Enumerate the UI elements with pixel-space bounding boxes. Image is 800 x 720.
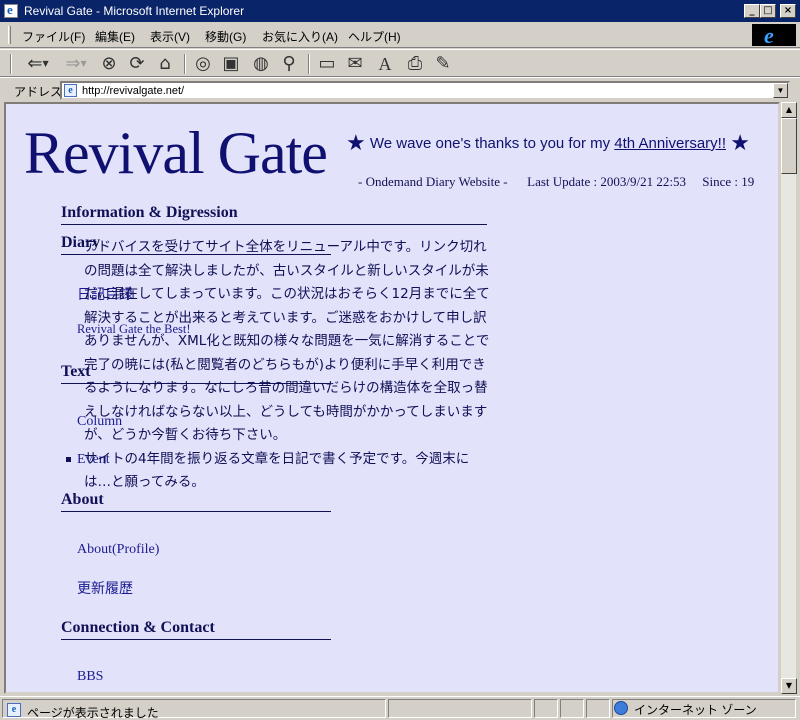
scroll-up-arrow-icon[interactable]: ▲ [781, 102, 797, 118]
channels-icon[interactable]: ⚲ [278, 53, 300, 75]
page-content: Revival Gate ★ We wave one's thanks to y… [6, 104, 778, 692]
forward-icon[interactable]: ⇒▼ [60, 53, 92, 75]
title-bar: Revival Gate - Microsoft Internet Explor… [0, 0, 800, 22]
link-update-history[interactable]: 更新履歴 [77, 578, 133, 598]
refresh-icon[interactable]: ⟳ [126, 53, 148, 75]
minimize-button[interactable]: _ [744, 4, 760, 18]
mail-icon[interactable]: ✉ [344, 53, 366, 75]
scroll-thumb[interactable] [781, 118, 797, 174]
toolbar-separator [184, 54, 186, 74]
back-icon[interactable]: ⇐▼ [22, 53, 54, 75]
menu-favorites[interactable]: お気に入り(A) [262, 28, 338, 45]
home-icon[interactable]: ⌂ [154, 53, 176, 75]
news-list: アドバイスを受けてサイト全体をリニューアル中です。リンク切れの問題は全て解決しま… [66, 236, 494, 495]
address-dropdown-button[interactable]: ▼ [773, 83, 788, 98]
ie-app-icon[interactable] [4, 2, 18, 18]
anniversary-link[interactable]: 4th Anniversary!! [614, 135, 726, 152]
section-connection-heading: Connection & Contact [61, 619, 331, 640]
fullscreen-icon[interactable]: ▭ [316, 53, 338, 75]
maximize-button[interactable]: □ [760, 4, 776, 18]
page-icon: e [64, 84, 77, 97]
last-update: Last Update : 2003/9/21 22:53 [527, 174, 686, 189]
standard-toolbar: ⇐▼ ⇒▼ ⊗ ⟳ ⌂ ◎ ▣ ◍ ⚲ ▭ ✉ A ⎙ ✎ [0, 49, 800, 77]
ie-throbber-logo: e [752, 23, 796, 48]
address-bar: アドレス e http://revivalgate.net/ ▼ [0, 77, 800, 101]
status-pane [560, 699, 584, 718]
menu-grip[interactable] [8, 26, 11, 44]
page-viewport[interactable]: Revival Gate ★ We wave one's thanks to y… [4, 102, 780, 694]
bullet-icon [66, 456, 71, 462]
status-main-pane: e ページが表示されました [2, 699, 386, 720]
section-info-heading: Information & Digression [61, 204, 487, 225]
menu-bar: ファイル(F) 編集(E) 表示(V) 移動(G) お気に入り(A) ヘルプ(H… [0, 22, 800, 48]
address-url[interactable]: http://revivalgate.net/ [82, 85, 184, 97]
toolbar-grip[interactable] [10, 54, 12, 74]
page-done-icon: e [7, 703, 21, 717]
status-pane [388, 699, 532, 718]
window-title: Revival Gate - Microsoft Internet Explor… [24, 4, 245, 18]
font-icon[interactable]: A [374, 53, 396, 75]
close-button[interactable]: × [780, 4, 796, 18]
status-text: ページが表示されました [27, 706, 159, 720]
site-subline: - Ondemand Diary Website - Last Update :… [358, 174, 754, 190]
address-input[interactable]: e http://revivalgate.net/ ▼ [60, 81, 790, 100]
news-text: サイトの4年間を振り返る文章を日記で書く予定です。今週末には…と願ってみる。 [84, 450, 470, 491]
status-pane [586, 699, 610, 718]
toolbar-separator [308, 54, 310, 74]
menu-view[interactable]: 表示(V) [150, 28, 190, 45]
vertical-scrollbar[interactable]: ▲ ▼ [780, 102, 797, 694]
news-item: サイトの4年間を振り返る文章を日記で書く予定です。今週末には…と願ってみる。 [66, 448, 494, 495]
scroll-down-arrow-icon[interactable]: ▼ [781, 678, 797, 694]
menu-help[interactable]: ヘルプ(H) [348, 28, 401, 45]
address-label: アドレス [14, 85, 63, 99]
stop-icon[interactable]: ⊗ [98, 53, 120, 75]
search-icon[interactable]: ◎ [192, 53, 214, 75]
site-title: Revival Gate [24, 120, 328, 186]
menu-go[interactable]: 移動(G) [205, 28, 246, 45]
status-bar: e ページが表示されました インターネット ゾーン [0, 696, 800, 720]
zone-text: インターネット ゾーン [634, 703, 757, 717]
menu-edit[interactable]: 編集(E) [95, 28, 135, 45]
edit-icon[interactable]: ✎ [432, 53, 454, 75]
news-item: アドバイスを受けてサイト全体をリニューアル中です。リンク切れの問題は全て解決しま… [84, 236, 494, 448]
star-icon: ★ [346, 130, 366, 155]
news-text: アドバイスを受けてサイト全体をリニューアル中です。リンク切れの問題は全て解決しま… [84, 239, 490, 443]
anniversary-banner: ★ We wave one's thanks to you for my 4th… [346, 130, 750, 156]
status-pane [534, 699, 558, 718]
menu-file[interactable]: ファイル(F) [22, 28, 85, 45]
link-bbs[interactable]: BBS [77, 669, 103, 685]
link-profile[interactable]: About(Profile) [77, 542, 159, 558]
internet-zone-icon [614, 701, 628, 715]
star-icon: ★ [730, 130, 750, 155]
anniversary-text: We wave one's thanks to you for my [369, 135, 615, 152]
favorites-icon[interactable]: ▣ [220, 53, 242, 75]
print-icon[interactable]: ⎙ [404, 53, 426, 75]
site-subtitle: - Ondemand Diary Website - [358, 174, 508, 189]
history-icon[interactable]: ◍ [250, 53, 272, 75]
since-date: Since : 19 [702, 174, 755, 189]
